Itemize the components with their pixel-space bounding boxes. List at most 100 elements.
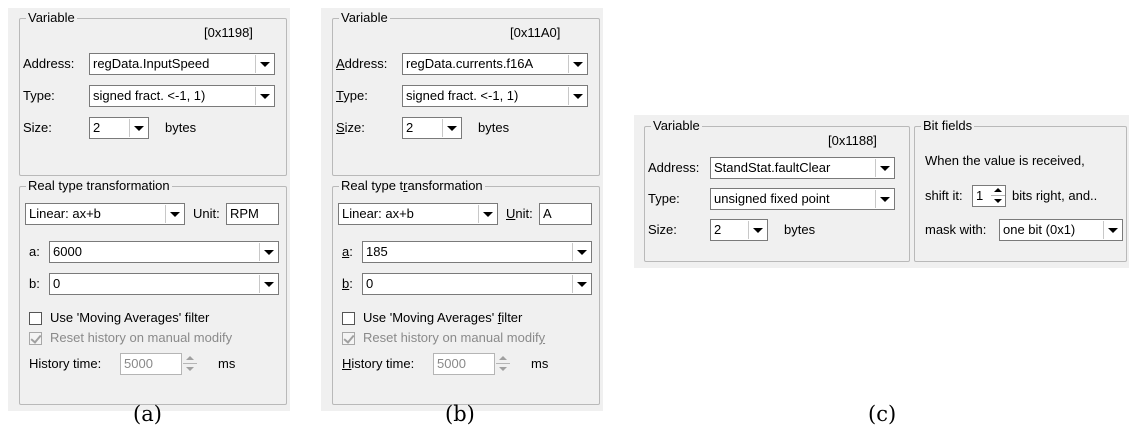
reset-label: Reset history on manual modify [50, 330, 233, 345]
chevron-down-icon[interactable] [259, 243, 277, 261]
chevron-down-icon[interactable] [572, 275, 590, 293]
unit-value: RPM [230, 206, 259, 221]
transform-group: Real type transformation Linear: ax+b Un… [19, 178, 287, 405]
history-unit: ms [218, 356, 236, 371]
history-unit: ms [531, 356, 549, 371]
history-label: History time: [29, 356, 102, 371]
arrow-down-icon[interactable] [991, 196, 1005, 206]
size-unit: bytes [478, 120, 510, 135]
chevron-down-icon[interactable] [478, 205, 496, 223]
unit-input[interactable]: RPM [226, 203, 279, 225]
type-combo[interactable]: signed fract. <-1, 1) [89, 85, 275, 107]
b-combo[interactable]: 0 [49, 273, 279, 295]
address-combo[interactable]: regData.InputSpeed [89, 53, 275, 75]
chevron-down-icon[interactable] [165, 205, 183, 223]
transform-legend: Real type transformation [26, 178, 172, 194]
function-value: Linear: ax+b [342, 206, 414, 221]
chevron-down-icon[interactable] [255, 55, 273, 73]
history-spinner[interactable] [496, 354, 510, 374]
history-value: 5000 [437, 356, 466, 371]
function-combo[interactable]: Linear: ax+b [338, 203, 498, 225]
chevron-down-icon[interactable] [255, 87, 273, 105]
variable-legend: Variable [26, 10, 77, 26]
a-value: 185 [366, 244, 388, 259]
a-combo[interactable]: 6000 [49, 241, 279, 263]
history-input[interactable]: 5000 [120, 353, 182, 375]
unit-value: A [543, 206, 552, 221]
a-value: 6000 [53, 244, 82, 259]
arrow-down-icon[interactable] [496, 364, 510, 374]
size-label: Size: [336, 120, 365, 135]
address-label: Address: [648, 160, 700, 175]
a-label: a: [342, 244, 353, 259]
arrow-up-icon[interactable] [496, 354, 510, 364]
a-combo[interactable]: 185 [362, 241, 592, 263]
shift-label: shift it: [925, 188, 963, 203]
variable-group: Variable [0x1198] Address: regData.Input… [19, 10, 287, 176]
size-label: Size: [23, 120, 52, 135]
shift-suffix: bits right, and.. [1012, 188, 1098, 203]
address-combo[interactable]: StandStat.faultClear [710, 157, 895, 179]
type-combo[interactable]: unsigned fixed point [710, 188, 895, 210]
filter-checkbox[interactable] [29, 312, 42, 325]
history-value: 5000 [124, 356, 153, 371]
history-input[interactable]: 5000 [433, 353, 495, 375]
chevron-down-icon[interactable] [748, 221, 766, 239]
size-label: Size: [648, 222, 677, 237]
mask-label: mask with: [925, 222, 987, 237]
size-value: 2 [714, 222, 722, 237]
size-combo[interactable]: 2 [710, 219, 768, 241]
address-value: StandStat.faultClear [714, 160, 831, 175]
address-value: regData.currents.f16A [406, 56, 534, 71]
type-combo[interactable]: signed fract. <-1, 1) [402, 85, 588, 107]
reset-checkbox[interactable] [29, 332, 42, 345]
address-value: regData.InputSpeed [93, 56, 210, 71]
size-unit: bytes [784, 222, 816, 237]
variable-legend: Variable [651, 118, 702, 134]
b-value: 0 [53, 276, 61, 291]
size-combo[interactable]: 2 [402, 117, 462, 139]
transform-legend: Real type transformation [339, 178, 485, 194]
chevron-down-icon[interactable] [568, 55, 586, 73]
size-combo[interactable]: 2 [89, 117, 149, 139]
reset-checkbox[interactable] [342, 332, 355, 345]
chevron-down-icon[interactable] [1103, 221, 1121, 239]
chevron-down-icon[interactable] [129, 119, 147, 137]
type-value: unsigned fixed point [714, 191, 830, 206]
arrow-up-icon[interactable] [991, 186, 1005, 196]
arrow-up-icon[interactable] [183, 354, 197, 364]
filter-label: Use 'Moving Averages' filter [50, 310, 210, 325]
chevron-down-icon[interactable] [875, 190, 893, 208]
arrow-down-icon[interactable] [183, 364, 197, 374]
caption-c: (c) [868, 402, 897, 426]
chevron-down-icon[interactable] [259, 275, 277, 293]
address-hex: [0x1188] [828, 133, 877, 148]
size-unit: bytes [165, 120, 197, 135]
address-label: Address: [336, 56, 388, 71]
function-combo[interactable]: Linear: ax+b [25, 203, 185, 225]
panel-a: Variable [0x1198] Address: regData.Input… [8, 8, 290, 411]
address-combo[interactable]: regData.currents.f16A [402, 53, 588, 75]
variable-group: Variable [0x1188] Address: StandStat.fau… [644, 118, 910, 262]
b-combo[interactable]: 0 [362, 273, 592, 295]
filter-label: Use 'Moving Averages' filter [363, 310, 523, 325]
address-hex: [0x11A0] [510, 25, 561, 40]
caption-a: (a) [133, 402, 162, 426]
size-value: 2 [406, 120, 414, 135]
bitfields-legend: Bit fields [921, 118, 975, 134]
shift-spinner[interactable] [991, 186, 1005, 206]
filter-checkbox[interactable] [342, 312, 355, 325]
function-value: Linear: ax+b [29, 206, 101, 221]
chevron-down-icon[interactable] [442, 119, 460, 137]
address-label: Address: [23, 56, 75, 71]
chevron-down-icon[interactable] [572, 243, 590, 261]
bitfields-info: When the value is received, [925, 153, 1085, 168]
unit-label: Unit: [193, 206, 220, 221]
chevron-down-icon[interactable] [568, 87, 586, 105]
type-label: Type: [23, 88, 55, 103]
mask-combo[interactable]: one bit (0x1) [999, 219, 1123, 241]
history-spinner[interactable] [183, 354, 197, 374]
chevron-down-icon[interactable] [875, 159, 893, 177]
b-label: b: [29, 276, 40, 291]
unit-input[interactable]: A [539, 203, 592, 225]
